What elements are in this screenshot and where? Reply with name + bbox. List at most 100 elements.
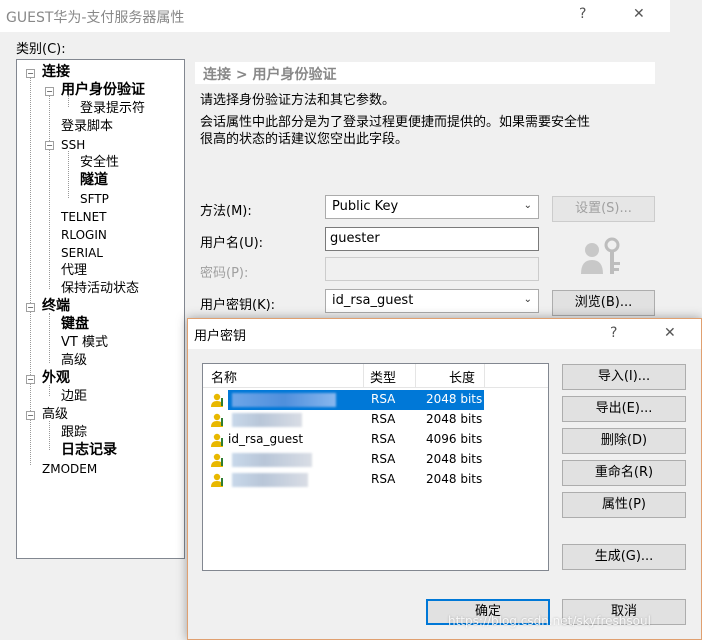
user-key-dialog: 用户密钥 ? ✕ 名称 类型 长度 RSA 2048 bits RSA 2048… (187, 318, 702, 640)
row-type: RSA (371, 392, 396, 406)
list-header: 名称 类型 长度 (203, 364, 548, 388)
chevron-down-icon: ⌄ (523, 200, 532, 211)
password-label: 密码(P): (200, 266, 249, 281)
generate-button[interactable]: 生成(G)... (562, 544, 686, 570)
tree-item-zmodem[interactable]: ZMODEM (42, 461, 97, 478)
column-header-name[interactable]: 名称 (211, 367, 237, 386)
redacted-name (232, 393, 336, 407)
table-row[interactable]: id_rsa_guest RSA 4096 bits (204, 430, 549, 450)
tree-item-login-script[interactable]: 登录脚本 (61, 118, 113, 135)
username-label: 用户名(U): (200, 236, 264, 251)
tree-item-ssh[interactable]: SSH (61, 137, 85, 154)
watermark: https://blog.csdn.net/skyfreshsoul (448, 614, 651, 628)
user-key-icon (211, 433, 223, 447)
table-row[interactable]: RSA 2048 bits (204, 470, 549, 490)
rename-button[interactable]: 重命名(R) (562, 460, 686, 486)
key-list[interactable]: 名称 类型 长度 RSA 2048 bits RSA 2048 bits id_… (202, 363, 549, 571)
tree-item-auth[interactable]: 用户身份验证 (61, 82, 145, 99)
row-type: RSA (371, 432, 396, 446)
settings-button[interactable]: 设置(S)... (552, 196, 655, 222)
intro-text: 请选择身份验证方法和其它参数。 (200, 93, 396, 108)
tree-item-rlogin[interactable]: RLOGIN (61, 227, 107, 244)
username-field[interactable]: guester (325, 227, 539, 251)
window-title: GUEST华为-支付服务器属性 (6, 10, 185, 26)
row-name: id_rsa_guest (228, 432, 304, 446)
tree-item-keyboard[interactable]: 键盘 (61, 316, 89, 333)
panel-header-title: 连接 > 用户身份验证 (203, 67, 337, 83)
help-button[interactable]: ? (610, 325, 617, 341)
row-type: RSA (371, 452, 396, 466)
redacted-name (232, 473, 308, 487)
user-key-label: 用户密钥(K): (200, 298, 276, 313)
collapse-icon[interactable]: − (26, 69, 35, 78)
tree-item-tunnel[interactable]: 隧道 (80, 172, 108, 189)
column-divider[interactable] (363, 364, 364, 388)
tree-item-terminal[interactable]: 终端 (42, 298, 70, 315)
tree-item-vt-mode[interactable]: VT 模式 (61, 334, 108, 351)
password-field[interactable] (325, 257, 539, 281)
title-bar: GUEST华为-支付服务器属性 ? ✕ (0, 0, 670, 32)
close-button[interactable]: ✕ (633, 6, 645, 22)
tree-item-appearance[interactable]: 外观 (42, 370, 70, 387)
note-text: 会话属性中此部分是为了登录过程更便捷而提供的。如果需要安全性 (200, 115, 591, 130)
redacted-name (232, 453, 312, 467)
row-type: RSA (371, 472, 396, 486)
close-button[interactable]: ✕ (664, 325, 676, 341)
collapse-icon[interactable]: − (45, 141, 54, 150)
dialog-title: 用户密钥 (194, 329, 247, 344)
help-button[interactable]: ? (579, 6, 586, 22)
redacted-name (232, 413, 302, 427)
export-button[interactable]: 导出(E)... (562, 396, 686, 422)
tree-line (68, 151, 69, 198)
tree-line (49, 313, 50, 363)
table-row[interactable]: RSA 2048 bits (204, 390, 549, 410)
user-key-value: id_rsa_guest (332, 293, 414, 308)
browse-button[interactable]: 浏览(B)... (552, 290, 655, 316)
method-select[interactable]: Public Key ⌄ (325, 195, 539, 219)
tree-item-margin[interactable]: 边距 (61, 388, 87, 405)
tree-line (49, 421, 50, 450)
table-row[interactable]: RSA 2048 bits (204, 450, 549, 470)
tree-item-telnet[interactable]: TELNET (61, 209, 107, 226)
tree-item-advanced[interactable]: 高级 (61, 352, 87, 369)
row-type: RSA (371, 412, 396, 426)
column-divider[interactable] (415, 364, 416, 388)
import-button[interactable]: 导入(I)... (562, 364, 686, 390)
row-length: 2048 bits (426, 452, 483, 466)
tree-item-proxy[interactable]: 代理 (61, 262, 87, 279)
user-key-icon (211, 453, 223, 467)
tree-item-trace[interactable]: 跟踪 (61, 424, 87, 441)
row-length: 2048 bits (426, 412, 483, 426)
tree-item-connection[interactable]: 连接 (42, 64, 70, 81)
tree-item-logging[interactable]: 日志记录 (61, 442, 117, 459)
row-length: 4096 bits (426, 432, 483, 446)
tree-item-sftp[interactable]: SFTP (80, 191, 109, 208)
collapse-icon[interactable]: − (26, 375, 35, 384)
collapse-icon[interactable]: − (45, 87, 54, 96)
table-row[interactable]: RSA 2048 bits (204, 410, 549, 430)
method-value: Public Key (332, 199, 399, 214)
tree-item-keepalive[interactable]: 保持活动状态 (61, 280, 139, 297)
tree-item-login-prompt[interactable]: 登录提示符 (80, 100, 145, 117)
tree-line (49, 94, 50, 289)
category-label: 类别(C): (16, 42, 66, 57)
user-key-icon (211, 393, 223, 407)
tree-item-serial[interactable]: SERIAL (61, 245, 103, 262)
user-key-icon (211, 413, 223, 427)
properties-button[interactable]: 属性(P) (562, 492, 686, 518)
category-tree[interactable]: − 连接 − 用户身份验证 登录提示符 登录脚本 − SSH 安全性 隧道 SF… (16, 59, 185, 559)
dialog-title-bar: 用户密钥 ? ✕ (188, 319, 701, 349)
row-length: 2048 bits (426, 472, 483, 486)
tree-item-security[interactable]: 安全性 (80, 154, 119, 171)
column-header-length[interactable]: 长度 (449, 367, 475, 386)
column-divider[interactable] (484, 364, 485, 388)
delete-button[interactable]: 删除(D) (562, 428, 686, 454)
note-text: 很高的状态的话建议您空出此字段。 (200, 132, 409, 147)
chevron-down-icon: ⌄ (523, 294, 532, 305)
column-header-type[interactable]: 类型 (370, 367, 396, 386)
collapse-icon[interactable]: − (26, 303, 35, 312)
row-length: 2048 bits (426, 392, 483, 406)
tree-item-advanced[interactable]: 高级 (42, 406, 68, 423)
collapse-icon[interactable]: − (26, 411, 35, 420)
user-key-select[interactable]: id_rsa_guest ⌄ (325, 289, 539, 313)
